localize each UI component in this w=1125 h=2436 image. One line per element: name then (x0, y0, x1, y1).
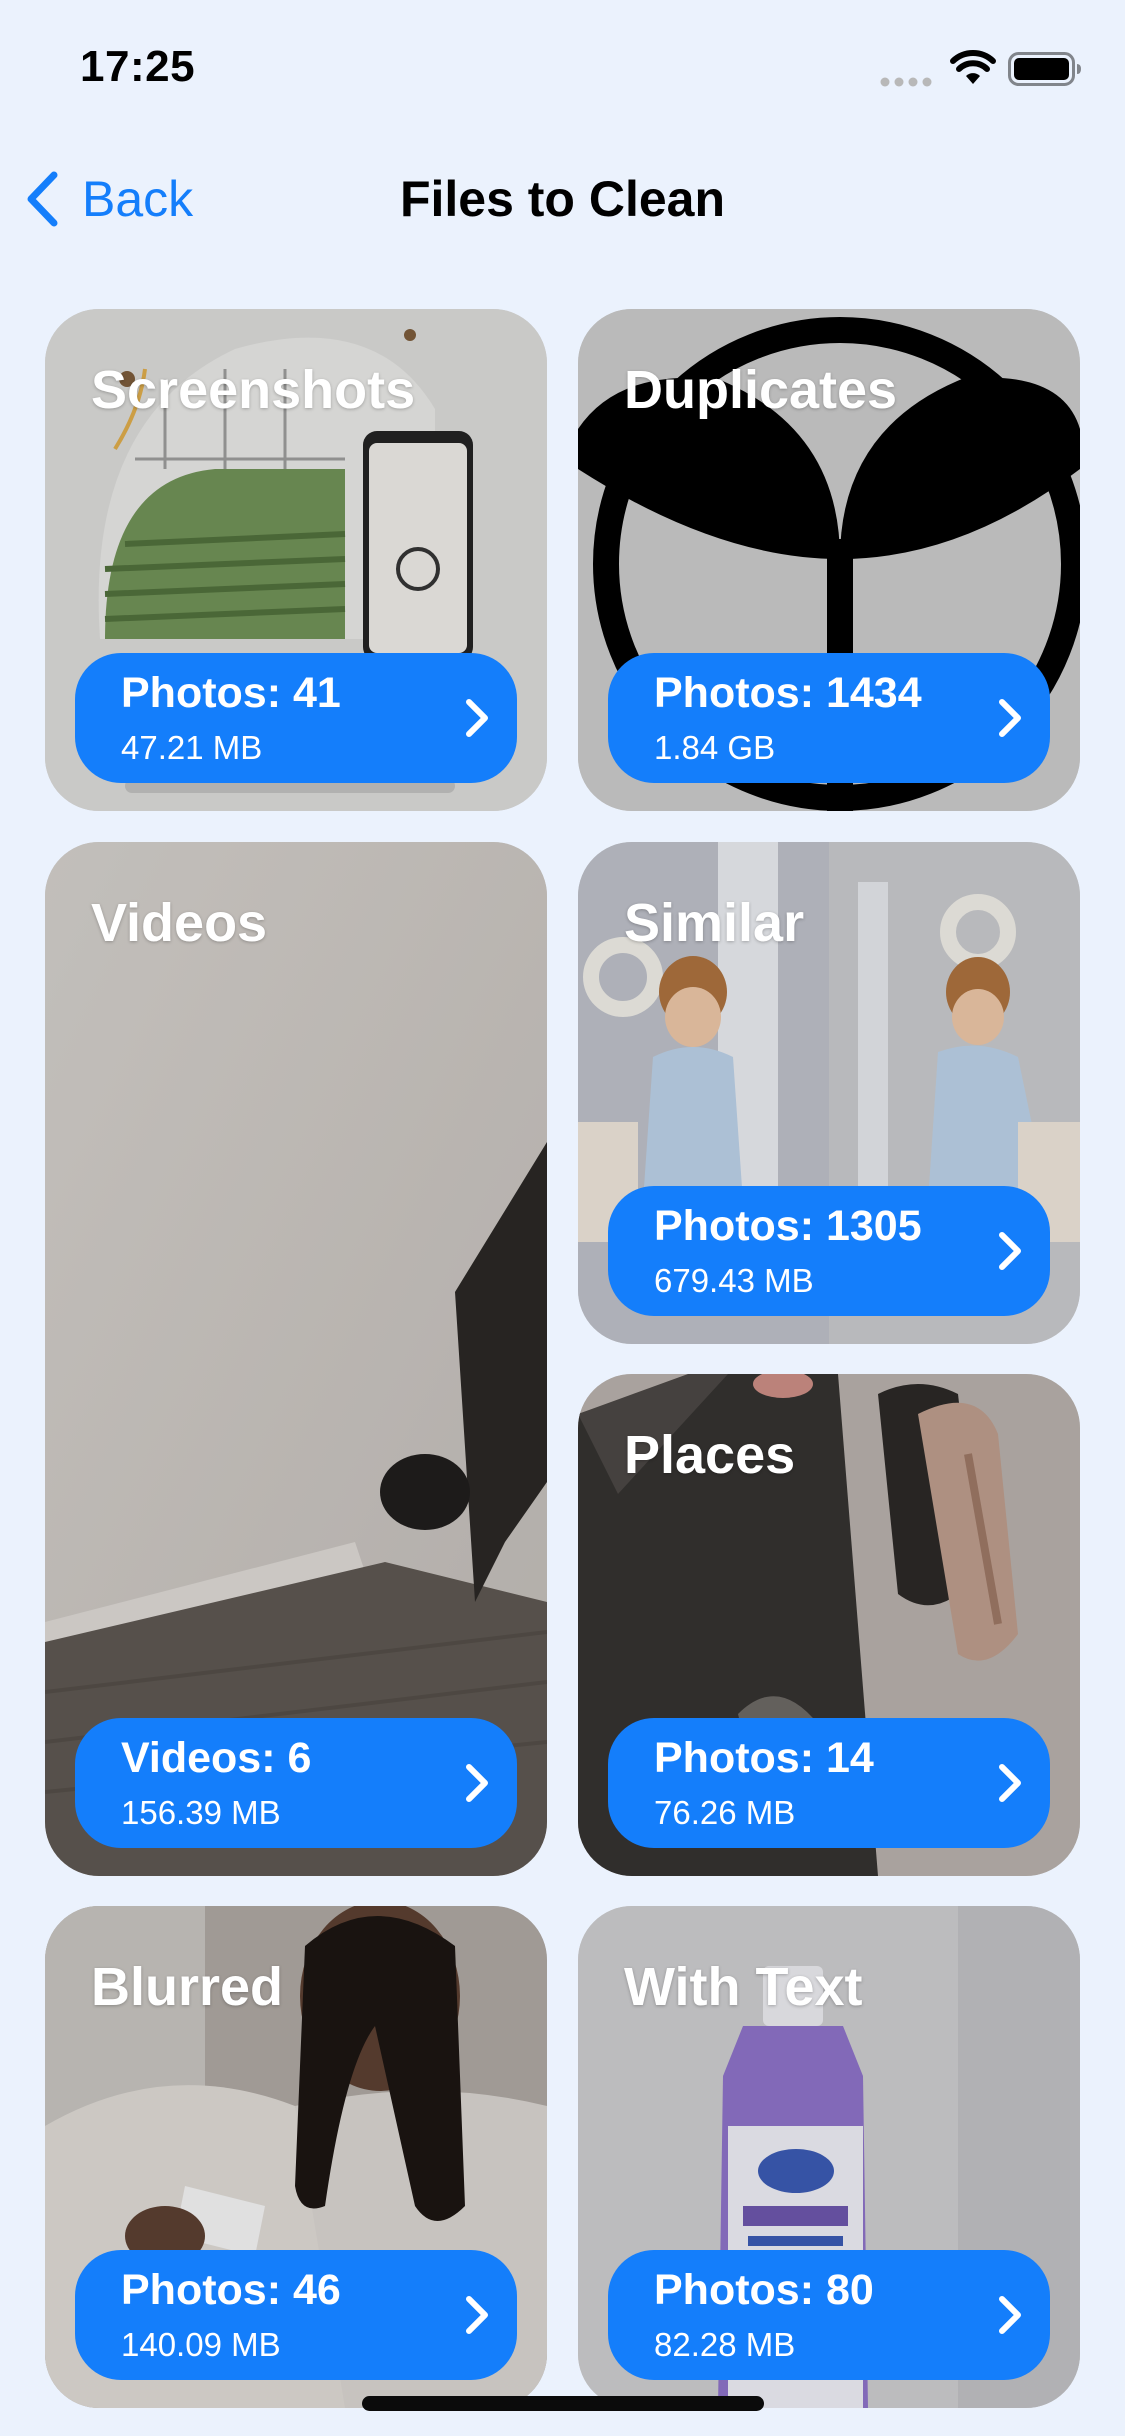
chevron-right-icon (999, 2296, 1021, 2334)
card-title: Videos (91, 893, 268, 953)
card-title: Duplicates (624, 360, 898, 420)
cellular-signal-icon (880, 77, 932, 87)
photo-count: Photos: 14 (654, 1734, 874, 1782)
card-title: Similar (624, 893, 805, 953)
file-size: 76.26 MB (654, 1794, 796, 1831)
card-screenshots[interactable]: Screenshots Photos: 41 47.21 MB (45, 309, 547, 811)
chevron-left-icon (27, 171, 58, 227)
file-size: 156.39 MB (121, 1794, 281, 1831)
back-button[interactable]: Back (24, 166, 193, 232)
card-blurred[interactable]: Blurred Photos: 46 140.09 MB (45, 1906, 547, 2408)
card-title: Blurred (91, 1957, 284, 2017)
photo-count: Photos: 80 (654, 2266, 874, 2314)
home-indicator[interactable] (362, 2396, 764, 2411)
chevron-right-icon (466, 2296, 488, 2334)
chevron-right-icon (466, 1764, 488, 1802)
photo-count: Photos: 41 (121, 669, 341, 717)
card-duplicates[interactable]: Duplicates Photos: 1434 1.84 GB (578, 309, 1080, 811)
battery-icon (1008, 52, 1081, 86)
photo-count: Photos: 1434 (654, 669, 922, 717)
video-count: Videos: 6 (121, 1734, 312, 1782)
file-size: 82.28 MB (654, 2326, 796, 2363)
status-bar: 17:25 (0, 0, 1125, 135)
card-info-pill[interactable]: Photos: 1434 1.84 GB (608, 653, 1050, 783)
card-title: Places (624, 1425, 796, 1485)
file-size: 47.21 MB (121, 729, 263, 766)
chevron-right-icon (999, 699, 1021, 737)
card-info-pill[interactable]: Photos: 41 47.21 MB (75, 653, 517, 783)
card-info-pill[interactable]: Photos: 46 140.09 MB (75, 2250, 517, 2380)
card-info-pill[interactable]: Photos: 80 82.28 MB (608, 2250, 1050, 2380)
photo-count: Photos: 46 (121, 2266, 341, 2314)
status-time: 17:25 (80, 42, 196, 91)
file-size: 140.09 MB (121, 2326, 281, 2363)
chevron-right-icon (999, 1764, 1021, 1802)
file-size: 1.84 GB (654, 729, 776, 766)
card-info-pill[interactable]: Photos: 1305 679.43 MB (608, 1186, 1050, 1316)
card-info-pill[interactable]: Photos: 14 76.26 MB (608, 1718, 1050, 1848)
card-with-text[interactable]: With Text Photos: 80 82.28 MB (578, 1906, 1080, 2408)
chevron-right-icon (999, 1232, 1021, 1270)
photo-count: Photos: 1305 (654, 1202, 922, 1250)
card-videos[interactable]: Videos Videos: 6 156.39 MB (45, 842, 547, 1876)
file-size: 679.43 MB (654, 1262, 814, 1299)
back-label: Back (82, 171, 194, 227)
card-similar[interactable]: Similar Photos: 1305 679.43 MB (578, 842, 1080, 1344)
wifi-icon (950, 50, 996, 84)
card-title: With Text (624, 1957, 863, 2017)
card-title: Screenshots (91, 360, 416, 420)
card-places[interactable]: Places Photos: 14 76.26 MB (578, 1374, 1080, 1876)
card-info-pill[interactable]: Videos: 6 156.39 MB (75, 1718, 517, 1848)
chevron-right-icon (466, 699, 488, 737)
